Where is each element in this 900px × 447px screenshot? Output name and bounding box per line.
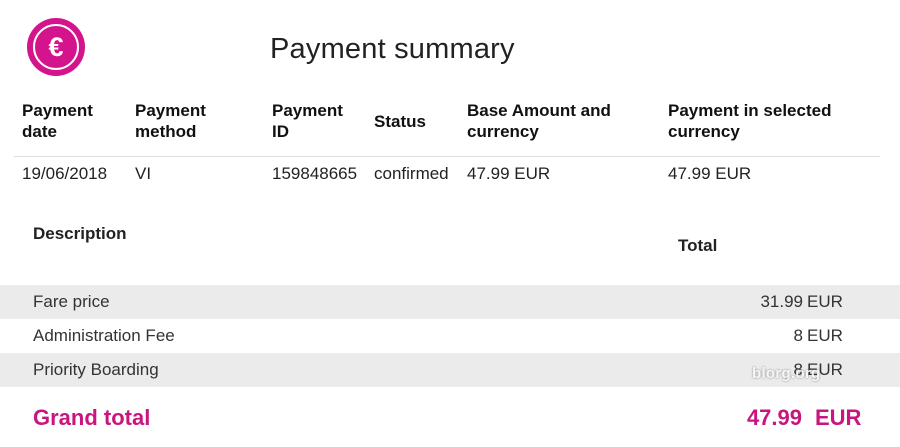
grand-total-label: Grand total: [33, 405, 151, 430]
list-item: Fare price 31.99 EUR: [0, 285, 900, 319]
cell-status: confirmed: [374, 164, 449, 183]
item-label: Priority Boarding: [33, 360, 159, 379]
cell-base-amount: 47.99 EUR: [467, 164, 551, 183]
total-header: Total: [678, 236, 718, 255]
header-payment-date: Payment date: [22, 101, 93, 141]
item-amount: 31.99: [760, 292, 803, 311]
header-base-amount: Base Amount and currency: [467, 101, 611, 141]
grand-total-amount: 47.99: [746, 405, 802, 430]
item-currency: EUR: [807, 326, 843, 345]
item-amount: 8: [793, 326, 803, 345]
cell-selected-amount: 47.99 EUR: [668, 164, 752, 183]
cell-payment-id: 159848665: [272, 164, 358, 183]
euro-logo: €: [27, 18, 85, 76]
watermark: blorg.org: [752, 365, 821, 382]
header-status: Status: [374, 112, 426, 131]
header-divider: [14, 156, 880, 157]
grand-total-currency: EUR: [815, 405, 862, 430]
header-selected-currency: Payment in selected currency: [668, 101, 832, 141]
page-title: Payment summary: [270, 33, 515, 65]
header-payment-method: Payment method: [135, 101, 206, 141]
euro-icon: €: [33, 24, 79, 70]
cell-payment-method: VI: [135, 164, 152, 183]
list-item: Administration Fee 8 EUR: [0, 319, 900, 353]
item-label: Fare price: [33, 292, 110, 311]
item-currency: EUR: [807, 292, 843, 311]
cell-payment-date: 19/06/2018: [22, 164, 108, 183]
header-payment-id: Payment ID: [272, 101, 343, 141]
item-label: Administration Fee: [33, 326, 175, 345]
description-header: Description: [33, 224, 127, 243]
